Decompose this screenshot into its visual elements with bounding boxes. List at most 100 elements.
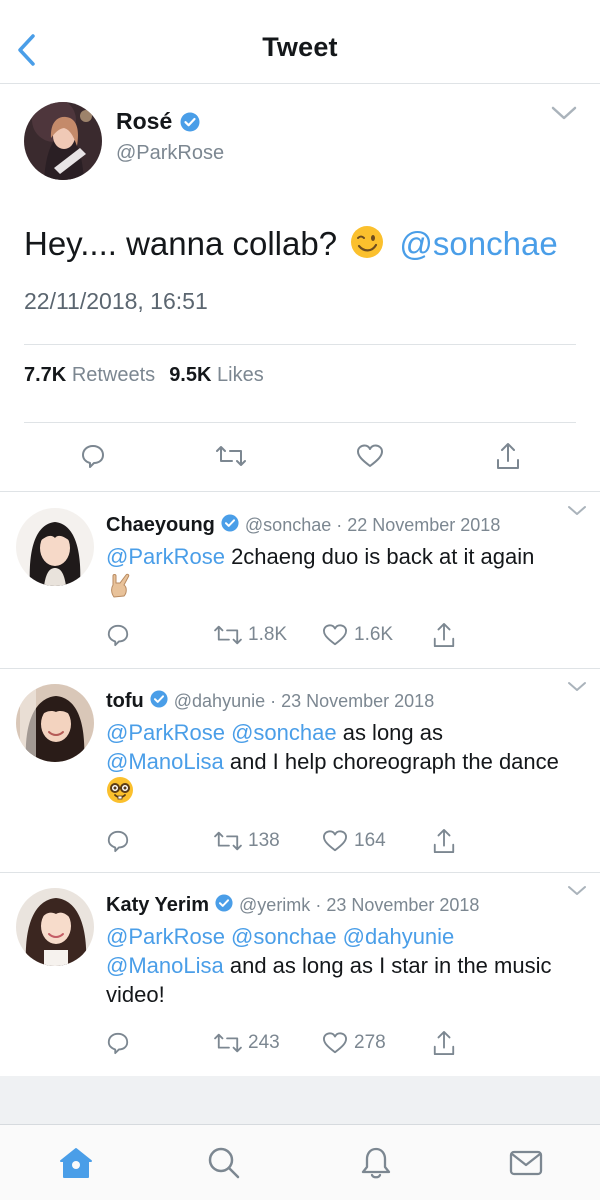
share-icon bbox=[497, 443, 519, 469]
reply-button[interactable] bbox=[78, 438, 108, 474]
reply-icon bbox=[107, 830, 129, 853]
share-button[interactable] bbox=[432, 826, 456, 856]
mention-link[interactable]: @sonchae bbox=[231, 720, 337, 745]
reply-date: 23 November 2018 bbox=[326, 895, 480, 915]
mention-link[interactable]: @ManoLisa bbox=[106, 953, 224, 978]
retweet-count: 243 bbox=[248, 1032, 280, 1053]
separator-dot: · bbox=[315, 895, 322, 915]
reply-author-handle[interactable]: @yerimk bbox=[239, 895, 310, 916]
bell-icon bbox=[361, 1147, 391, 1179]
search-icon bbox=[208, 1147, 240, 1179]
reply-icon bbox=[107, 624, 129, 647]
nerd-face-icon bbox=[106, 776, 134, 811]
reply-tweet[interactable]: tofu @dahyunie · 23 November 2018 @ParkR… bbox=[0, 668, 600, 872]
like-button[interactable]: 164 bbox=[322, 826, 386, 856]
mail-icon bbox=[509, 1150, 543, 1176]
reply-author-name[interactable]: Chaeyoung bbox=[106, 514, 215, 537]
reply-date: 22 November 2018 bbox=[347, 515, 501, 535]
share-button[interactable] bbox=[432, 620, 456, 650]
reply-options-button[interactable] bbox=[566, 504, 588, 523]
reply-options-button[interactable] bbox=[566, 680, 588, 699]
header-bar: Tweet bbox=[0, 0, 600, 84]
mention-link[interactable]: @ParkRose bbox=[106, 720, 225, 745]
retweet-icon bbox=[214, 625, 242, 645]
author-name-row: Rosé bbox=[116, 108, 200, 135]
like-button[interactable] bbox=[355, 438, 385, 474]
tweet-options-button[interactable] bbox=[550, 104, 578, 127]
heart-icon bbox=[357, 444, 383, 467]
like-button[interactable]: 1.6K bbox=[322, 620, 393, 650]
bottom-tab-bar bbox=[0, 1124, 600, 1200]
verified-badge-icon bbox=[215, 894, 233, 917]
reply-header: Katy Yerim @yerimk · 23 November 2018 bbox=[106, 894, 479, 917]
tab-home[interactable] bbox=[56, 1143, 96, 1183]
reply-action-bar: 138 164 bbox=[106, 826, 486, 856]
reply-author-handle[interactable]: @dahyunie bbox=[174, 691, 265, 712]
mention-link[interactable]: @sonchae bbox=[399, 225, 557, 262]
tweet-action-bar bbox=[0, 438, 600, 474]
reply-icon bbox=[107, 1032, 129, 1055]
separator-dot: · bbox=[270, 691, 277, 711]
reply-button[interactable] bbox=[106, 826, 130, 856]
tweet-text-body: Hey.... wanna collab? bbox=[24, 225, 338, 262]
separator-dot: · bbox=[336, 515, 343, 535]
like-count: 278 bbox=[354, 1032, 386, 1053]
like-button[interactable]: 278 bbox=[322, 1028, 386, 1058]
reply-text: @ParkRose 2chaeng duo is back at it agai… bbox=[106, 542, 586, 606]
reply-text-body: 2chaeng duo is back at it again bbox=[231, 544, 535, 569]
divider bbox=[24, 344, 576, 345]
author-name[interactable]: Rosé bbox=[116, 108, 172, 135]
reply-icon bbox=[82, 445, 104, 468]
retweet-button[interactable]: 243 bbox=[214, 1028, 280, 1058]
chevron-down-icon bbox=[568, 682, 586, 691]
reply-tweet[interactable]: Katy Yerim @yerimk · 23 November 2018 @P… bbox=[0, 872, 600, 1076]
chevron-down-icon bbox=[568, 886, 586, 895]
reply-options-button[interactable] bbox=[566, 884, 588, 903]
like-count: 1.6K bbox=[354, 624, 394, 645]
reply-button[interactable] bbox=[106, 1028, 130, 1058]
retweets-stat[interactable]: 7.7K Retweets bbox=[24, 364, 155, 387]
likes-stat[interactable]: 9.5K Likes bbox=[169, 364, 264, 387]
reply-author-handle[interactable]: @sonchae bbox=[245, 515, 331, 536]
share-icon bbox=[433, 1031, 455, 1055]
reply-author-name[interactable]: tofu bbox=[106, 690, 144, 713]
avatar[interactable] bbox=[16, 508, 94, 586]
page-title: Tweet bbox=[262, 32, 338, 62]
share-button[interactable] bbox=[493, 438, 523, 474]
avatar[interactable] bbox=[16, 888, 94, 966]
reply-button[interactable] bbox=[106, 620, 130, 650]
mention-link[interactable]: @ParkRose bbox=[106, 544, 225, 569]
reply-date: 23 November 2018 bbox=[281, 691, 435, 711]
mention-link[interactable]: @ParkRose @sonchae @dahyunie bbox=[106, 924, 454, 949]
retweet-icon bbox=[216, 446, 246, 466]
author-handle[interactable]: @ParkRose bbox=[116, 142, 224, 165]
chevron-down-icon bbox=[551, 106, 577, 120]
reply-text-body: and I help choreograph the dance bbox=[229, 749, 559, 774]
timeline-end-spacer bbox=[0, 1076, 600, 1124]
heart-icon bbox=[323, 1032, 347, 1054]
retweet-button[interactable]: 138 bbox=[214, 826, 280, 856]
divider bbox=[24, 422, 576, 423]
share-button[interactable] bbox=[432, 1028, 456, 1058]
avatar[interactable] bbox=[24, 102, 102, 180]
reply-author-name[interactable]: Katy Yerim bbox=[106, 894, 209, 917]
like-count: 164 bbox=[354, 830, 386, 851]
tab-messages[interactable] bbox=[506, 1143, 546, 1183]
tab-notifications[interactable] bbox=[356, 1143, 396, 1183]
reply-tweet[interactable]: Chaeyoung @sonchae · 22 November 2018 @P… bbox=[0, 492, 600, 668]
chevron-down-icon bbox=[568, 506, 586, 515]
heart-icon bbox=[323, 830, 347, 852]
mention-link[interactable]: @ManoLisa bbox=[106, 749, 224, 774]
reply-text-body: as long as bbox=[342, 720, 443, 745]
tab-search[interactable] bbox=[204, 1143, 244, 1183]
reply-action-bar: 243 278 bbox=[106, 1028, 486, 1058]
share-icon bbox=[433, 829, 455, 853]
share-icon bbox=[433, 623, 455, 647]
retweet-button[interactable]: 1.8K bbox=[214, 620, 287, 650]
reply-action-bar: 1.8K 1.6K bbox=[106, 620, 486, 650]
reply-text: @ParkRose @sonchae @dahyunie @ManoLisa a… bbox=[106, 922, 586, 1009]
retweet-button[interactable] bbox=[216, 438, 246, 474]
verified-badge-icon bbox=[180, 112, 200, 131]
tweet-stats: 7.7K Retweets 9.5K Likes bbox=[24, 364, 264, 387]
avatar[interactable] bbox=[16, 684, 94, 762]
